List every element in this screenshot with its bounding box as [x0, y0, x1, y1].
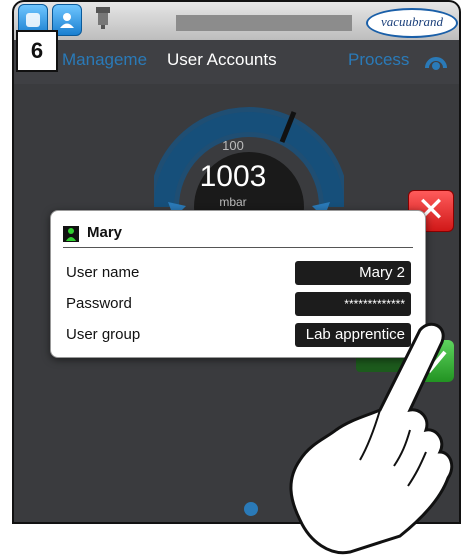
hand-pointer-icon: [289, 322, 454, 555]
gauge-value: 1003: [199, 160, 267, 193]
field-label: Password: [66, 295, 132, 312]
home-icon: [26, 13, 40, 27]
status-bar: [176, 15, 352, 31]
top-bar: vacuubrand: [14, 2, 459, 41]
dialog-title: Mary: [87, 224, 123, 241]
field-row: User name Mary 2: [66, 261, 411, 285]
gauge-setpoint: 100: [222, 138, 244, 153]
process-icon[interactable]: [425, 54, 447, 70]
tab-management[interactable]: Manageme: [62, 50, 147, 70]
network-icon: [96, 7, 110, 29]
step-number: 6: [16, 30, 58, 72]
brand-logo: vacuubrand: [366, 8, 458, 38]
dialog-header: Mary: [63, 221, 413, 248]
gauge-unit: mbar: [219, 195, 247, 209]
field-label: User group: [66, 326, 141, 343]
field-row: Password *************: [66, 292, 411, 316]
user-icon: [60, 13, 74, 28]
username-field[interactable]: Mary 2: [295, 261, 411, 285]
user-icon: [63, 226, 79, 242]
password-field[interactable]: *************: [295, 292, 411, 316]
field-label: User name: [66, 264, 140, 281]
tab-process[interactable]: Process: [348, 50, 409, 70]
page-title: User Accounts: [167, 50, 277, 69]
page-indicator: [244, 502, 258, 516]
